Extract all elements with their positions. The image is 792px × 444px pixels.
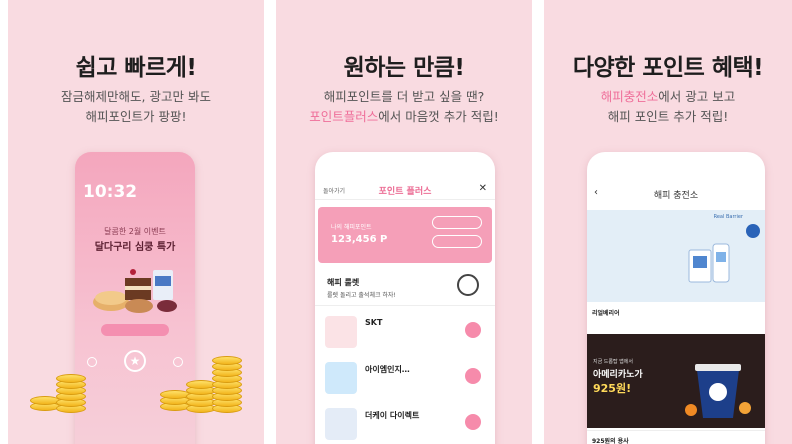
- offer-name: 더케이 다이렉트: [365, 411, 420, 420]
- offer-name: SKT: [365, 318, 383, 327]
- panel-headline: 쉽고 빠르게!: [75, 55, 197, 81]
- panel-headline: 원하는 만큼!: [343, 55, 465, 81]
- close-icon[interactable]: ✕: [479, 183, 487, 194]
- subtitle-rest: 에서 마음껏 추가 적립!: [378, 109, 499, 124]
- screen-header: 돌아가기 포인트 플러스 ✕: [315, 180, 495, 200]
- screen-title: 해피 충전소: [653, 191, 699, 201]
- ad-banner-coffee[interactable]: 지금 드롭탑 앱에서 아메리카노가 925원!: [587, 334, 765, 428]
- offer-go-button[interactable]: [465, 368, 481, 384]
- skt-logo-icon: [325, 316, 357, 348]
- character-logo-icon: [325, 362, 357, 394]
- lockscreen-promo-subtitle: 달콤한 2월 이벤트: [104, 227, 166, 236]
- subtitle-highlight: 해피충전소: [600, 89, 659, 104]
- roulette-subtitle: 룰렛 돌리고 출석체크 하자!: [327, 292, 396, 299]
- offer-name: 아이엠인지…: [365, 365, 410, 374]
- ad-price-text: 925원!: [593, 382, 632, 395]
- panel-subtitle-line2: 포인트플러스에서 마음껏 추가 적립!: [276, 106, 532, 125]
- ad-text-line2: 아메리카노가: [593, 370, 643, 380]
- list-item[interactable]: 더케이 다이렉트: [315, 404, 495, 444]
- offer-go-button[interactable]: [465, 322, 481, 338]
- right-shortcut-icon[interactable]: [173, 357, 183, 367]
- lockscreen-promo-title: 달다구리 심쿵 특가: [94, 242, 176, 253]
- list-item[interactable]: 925원의 용사: [587, 430, 765, 444]
- panel-subtitle-line1: 해피포인트를 더 받고 싶을 땐?: [323, 89, 485, 104]
- subtitle-highlight: 포인트플러스: [309, 109, 379, 124]
- coffee-cup-image: [685, 364, 751, 418]
- promo-panel-lockscreen: 쉽고 빠르게! 잠금해제만해도, 광고만 봐도 해피포인트가 팡팡! 10:32…: [8, 0, 264, 444]
- lock-time: 10:32: [83, 182, 138, 202]
- ad-text-line1: 지금 드롭탑 앱에서: [593, 359, 633, 365]
- list-item[interactable]: SKT: [315, 312, 495, 356]
- list-item[interactable]: 아이엠인지…: [315, 358, 495, 402]
- ad-brand: Real Barrier: [713, 214, 743, 220]
- phone-mockup-point-plus: 돌아가기 포인트 플러스 ✕ 나의 해피포인트 123,456 P 해피 룰렛 …: [315, 152, 495, 444]
- panel-subtitle-line2: 해피포인트가 팡팡!: [85, 109, 187, 124]
- card-pill-button-2[interactable]: [432, 235, 482, 248]
- point-balance-value: 123,456 P: [331, 234, 388, 245]
- screen-header: ‹ 해피 충전소: [587, 184, 765, 206]
- ad-name: 925원의 용사: [592, 438, 629, 444]
- star-icon[interactable]: ★: [124, 350, 146, 372]
- skincare-product-image: [688, 243, 730, 283]
- point-balance-label: 나의 해피포인트: [331, 224, 372, 231]
- panel-subtitle-line1: 해피충전소에서 광고 보고: [544, 86, 792, 105]
- phone-mockup-charging-station: ‹ 해피 충전소 Real Barrier 리얼베리어 지금 드롭탑 앱에서 아…: [587, 152, 765, 444]
- roulette-wheel-icon: [457, 274, 479, 296]
- ad-name: 리얼베리어: [592, 310, 620, 317]
- point-balance-card: 나의 해피포인트 123,456 P: [318, 207, 492, 263]
- promo-panel-point-plus: 원하는 만큼! 해피포인트를 더 받고 싶을 땐? 포인트플러스에서 마음껏 추…: [276, 0, 532, 444]
- lockscreen-action-button[interactable]: [101, 324, 169, 336]
- insurance-logo-icon: [325, 408, 357, 440]
- list-item[interactable]: 리얼베리어: [587, 302, 765, 332]
- roulette-banner[interactable]: 해피 룰렛 룰렛 돌리고 출석체크 하자!: [315, 270, 495, 306]
- offer-go-button[interactable]: [465, 414, 481, 430]
- promo-panel-charging-station: 다양한 포인트 혜택! 해피충전소에서 광고 보고 해피 포인트 추가 적립! …: [544, 0, 792, 444]
- ad-tag-badge: [746, 224, 760, 238]
- dessert-image: [93, 269, 177, 313]
- left-shortcut-icon[interactable]: [87, 357, 97, 367]
- subtitle-rest: 에서 광고 보고: [658, 89, 736, 104]
- panel-headline: 다양한 포인트 혜택!: [572, 55, 764, 81]
- panel-subtitle-line1: 잠금해제만해도, 광고만 봐도: [61, 89, 211, 104]
- panel-subtitle-line2: 해피 포인트 추가 적립!: [607, 109, 729, 124]
- roulette-title: 해피 룰렛: [327, 278, 360, 287]
- screen-title: 포인트 플러스: [378, 187, 432, 197]
- ad-banner-skincare[interactable]: Real Barrier: [587, 210, 765, 302]
- card-pill-button-1[interactable]: [432, 216, 482, 229]
